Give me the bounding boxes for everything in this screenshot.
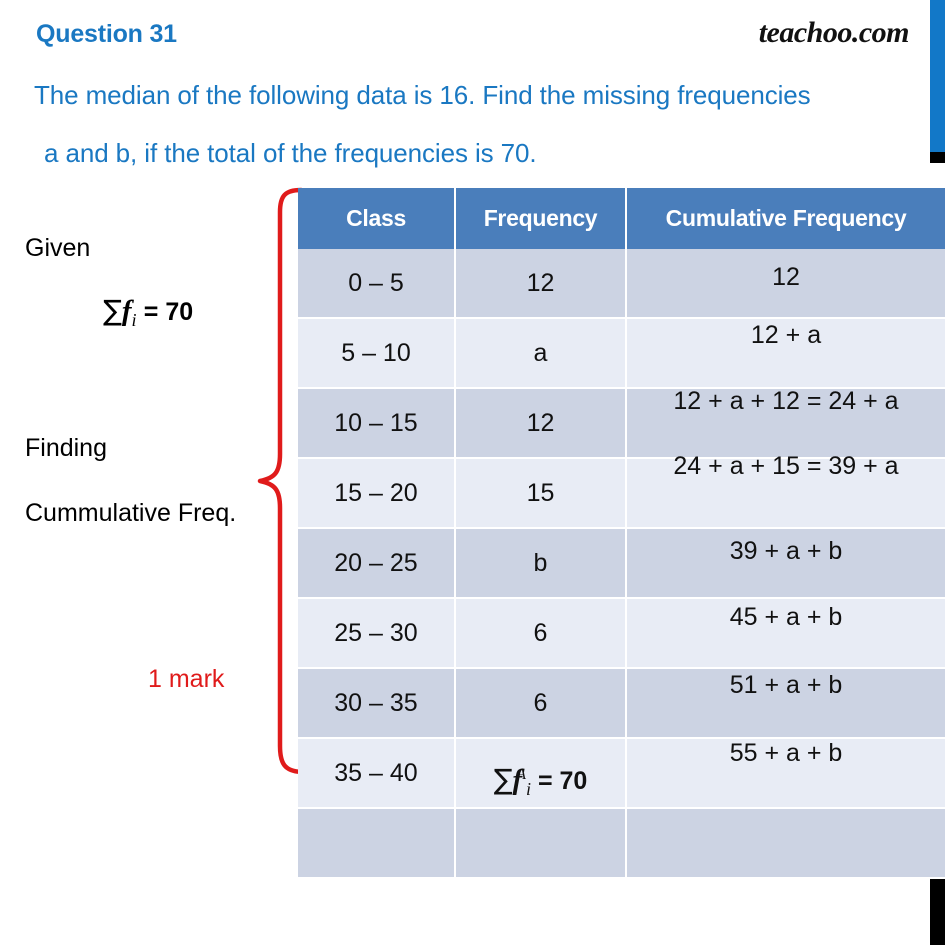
table-row: 20 – 25 b 39 + a + b [298, 529, 945, 599]
mark-annotation-label: 1 mark [148, 665, 225, 693]
column-header-cumulative-frequency: Cumulative Frequency [627, 188, 945, 249]
given-label: Given [25, 234, 91, 262]
cell-frequency: b [456, 529, 627, 599]
finding-label: Finding [25, 434, 107, 462]
table-row: 5 – 10 a 12 + a [298, 319, 945, 389]
table-header-row: Class Frequency Cumulative Frequency [298, 188, 945, 249]
frequency-total-formula: ∑fAi = 70 [494, 763, 588, 800]
cell-cumulative-text: 12 + a [750, 320, 822, 349]
question-text-line-2: a and b, if the total of the frequencies… [44, 138, 537, 168]
table-row [298, 809, 945, 879]
f-superscript-artifact: A [516, 766, 526, 784]
frequency-distribution-table: Class Frequency Cumulative Frequency 0 –… [298, 188, 945, 879]
equals-seventy: = 70 [143, 298, 194, 326]
decorative-blue-bar [930, 0, 945, 152]
cell-cumulative-text: 51 + a + b [729, 670, 843, 699]
cell-cumulative: 39 + a + b [627, 529, 945, 599]
cell-cumulative: 12 + a + 12 = 24 + a [627, 386, 945, 459]
table-row: 25 – 30 6 45 + a + b [298, 599, 945, 669]
cell-class [298, 809, 456, 879]
cell-frequency-total: ∑fAi = 70 [456, 739, 627, 809]
cell-cumulative-text: 12 [772, 262, 800, 291]
f-subscript: i [526, 778, 532, 799]
cell-cumulative-text: 39 + a + b [729, 536, 843, 565]
cell-frequency: 12 [456, 249, 627, 319]
cell-cumulative [627, 809, 945, 879]
cell-frequency: a [456, 319, 627, 389]
table-row: 15 – 20 15 24 + a + 15 = 39 + a [298, 452, 945, 529]
cell-cumulative: 51 + a + b [627, 669, 945, 739]
cell-cumulative-text: 12 + a + 12 = 24 + a [673, 386, 899, 415]
cell-frequency: 6 [456, 599, 627, 669]
table-row: 30 – 35 6 51 + a + b [298, 669, 945, 739]
cell-cumulative: 12 + a [627, 319, 945, 389]
cell-cumulative-text: 55 + a + b [729, 738, 843, 767]
f-subscript: i [131, 310, 137, 331]
cell-class: 10 – 15 [298, 389, 456, 459]
equals-seventy: = 70 [537, 766, 588, 795]
given-sum-formula: ∑fi = 70 [103, 294, 193, 331]
cell-class: 5 – 10 [298, 319, 456, 389]
column-header-frequency: Frequency [456, 188, 627, 249]
decorative-black-tick [930, 152, 945, 163]
cell-cumulative: 45 + a + b [627, 599, 945, 669]
sigma-glyph: ∑ [103, 294, 122, 327]
column-header-class: Class [298, 188, 456, 249]
table-row: 10 – 15 12 12 + a + 12 = 24 + a [298, 386, 945, 459]
cell-class: 15 – 20 [298, 459, 456, 529]
cell-class: 20 – 25 [298, 529, 456, 599]
cell-frequency: 12 [456, 389, 627, 459]
f-glyph: f [121, 295, 132, 327]
page-title: Question 31 [36, 20, 177, 48]
cell-cumulative-text: 24 + a + 15 = 39 + a [673, 451, 899, 480]
cell-class: 0 – 5 [298, 249, 456, 319]
cell-class: 25 – 30 [298, 599, 456, 669]
cell-cumulative-text: 45 + a + b [729, 602, 843, 631]
cell-frequency: 6 [456, 669, 627, 739]
cell-frequency: 15 [456, 459, 627, 529]
question-text-line-1: The median of the following data is 16. … [34, 80, 811, 110]
cell-cumulative: 55 + a + b [627, 739, 945, 809]
cell-class: 35 – 40 [298, 739, 456, 809]
cell-class: 30 – 35 [298, 669, 456, 739]
sigma-glyph: ∑ [493, 762, 513, 796]
slide-canvas: Question 31 teachoo.com The median of th… [0, 0, 945, 945]
cell-cumulative: 24 + a + 15 = 39 + a [627, 452, 945, 529]
table-row: 0 – 5 12 12 [298, 249, 945, 319]
brand-logo: teachoo.com [758, 16, 910, 49]
cumulative-freq-label: Cummulative Freq. [25, 499, 237, 527]
cell-cumulative: 12 [627, 249, 945, 319]
table-row: 35 – 40 ∑fAi = 70 55 + a + b [298, 739, 945, 809]
cell-frequency [456, 809, 627, 879]
